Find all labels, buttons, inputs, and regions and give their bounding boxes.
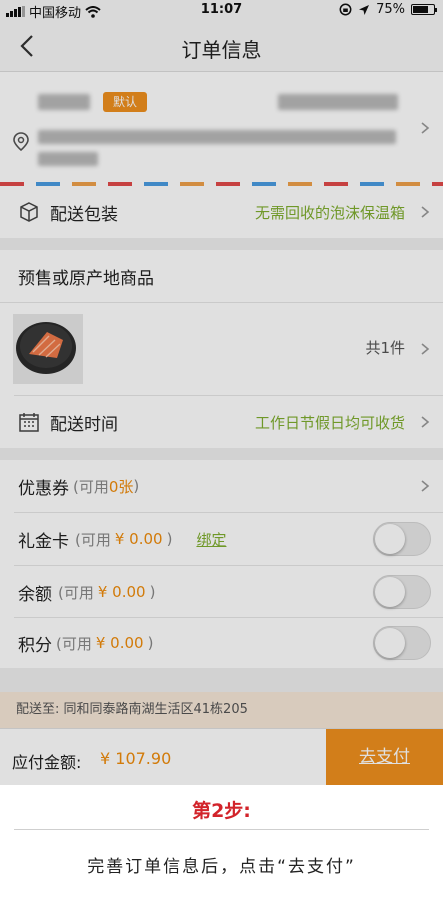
points-toggle[interactable] [373, 626, 431, 660]
points-avail-value: ¥ 0.00 [95, 634, 144, 652]
gift-card-row: 礼金卡 (可用 ¥ 0.00 ) 绑定 [0, 513, 443, 565]
phone-blurred [278, 94, 398, 110]
amount-due-value: ¥ 107.90 [100, 749, 172, 768]
balance-avail-prefix: (可用 [58, 583, 94, 602]
toggle-knob [375, 577, 405, 607]
location-arrow-icon [359, 4, 370, 15]
balance-avail-suffix: ) [149, 583, 156, 601]
goods-count: 共1件 [365, 339, 405, 357]
balance-toggle[interactable] [373, 575, 431, 609]
points-row: 积分 (可用 ¥ 0.00 ) [0, 617, 443, 669]
chevron-right-icon [421, 416, 430, 428]
recipient-name-blurred [38, 94, 90, 110]
package-box-icon [20, 202, 38, 222]
battery-percent: 75% [376, 2, 405, 17]
points-label: 积分 [18, 635, 52, 656]
balance-row: 余额 (可用 ¥ 0.00 ) [0, 566, 443, 618]
coupon-avail-prefix: (可用 [73, 477, 109, 496]
presale-header: 预售或原产地商品 [0, 250, 443, 302]
gift-card-toggle[interactable] [373, 522, 431, 556]
address-line-2-blurred [38, 152, 98, 166]
delivery-time-label: 配送时间 [50, 414, 118, 435]
balance-avail-value: ¥ 0.00 [97, 583, 146, 601]
step-caption: 第2步: [192, 800, 251, 822]
payment-bar: 应付金额: ¥ 107.90 去支付 [0, 728, 443, 785]
chevron-right-icon [421, 343, 430, 355]
gift-card-label: 礼金卡 [18, 531, 69, 552]
calendar-icon [19, 413, 39, 432]
points-avail-suffix: ) [147, 634, 154, 652]
delivery-time-row[interactable]: 配送时间 工作日节假日均可收货 [0, 396, 443, 448]
location-pin-icon [13, 132, 29, 152]
product-thumbnail [13, 314, 83, 384]
chevron-right-icon [421, 206, 430, 218]
gift-card-avail-value: ¥ 0.00 [114, 530, 163, 548]
chevron-right-icon [421, 122, 430, 134]
presale-title: 预售或原产地商品 [18, 268, 154, 289]
coupon-row[interactable]: 优惠券 (可用 0张 ) [0, 460, 443, 512]
ship-to-bar: 配送至: 同和同泰路南湖生活区41栋205 [0, 692, 443, 728]
goods-section: 预售或原产地商品 共1件 配送时间 工作日节假日均可收货 [0, 250, 443, 448]
goods-row[interactable]: 共1件 [0, 303, 443, 395]
rotation-lock-icon [339, 3, 352, 16]
toggle-knob [375, 628, 405, 658]
discount-section: 优惠券 (可用 0张 ) 礼金卡 (可用 ¥ 0.00 ) 绑定 余额 (可用 … [0, 460, 443, 668]
caption-divider [14, 829, 429, 830]
gift-card-avail-suffix: ) [166, 530, 173, 548]
packaging-label: 配送包装 [50, 204, 118, 225]
address-line-1-blurred [38, 130, 396, 144]
page-title: 订单信息 [181, 38, 262, 62]
coupon-avail-suffix: ) [133, 477, 140, 495]
packaging-value: 无需回收的泡沫保温箱 [254, 203, 405, 222]
gift-card-avail-prefix: (可用 [75, 530, 111, 549]
toggle-knob [375, 524, 405, 554]
coupon-avail-value: 0张 [108, 477, 134, 496]
nav-bar: 订单信息 [0, 20, 443, 72]
packaging-row[interactable]: 配送包装 无需回收的泡沫保温箱 [0, 186, 443, 238]
points-avail-prefix: (可用 [56, 634, 92, 653]
status-bar: 中国移动 11:07 75% [0, 0, 443, 21]
step-instruction: 完善订单信息后，点击“去支付” [87, 857, 356, 877]
delivery-time-value: 工作日节假日均可收货 [254, 413, 405, 432]
chevron-right-icon [421, 480, 430, 492]
address-card[interactable]: 默认 [0, 72, 443, 200]
balance-label: 余额 [18, 584, 52, 605]
bind-link[interactable]: 绑定 [196, 529, 226, 550]
amount-due-label: 应付金额: [12, 753, 82, 772]
battery-icon [411, 4, 437, 15]
coupon-label: 优惠券 [18, 478, 69, 499]
pay-button[interactable]: 去支付 [326, 729, 443, 785]
default-tag: 默认 [103, 92, 147, 112]
order-screen: 中国移动 11:07 75% 订单信息 默认 配送包装 无需回收的泡沫保温箱 预… [0, 0, 443, 785]
